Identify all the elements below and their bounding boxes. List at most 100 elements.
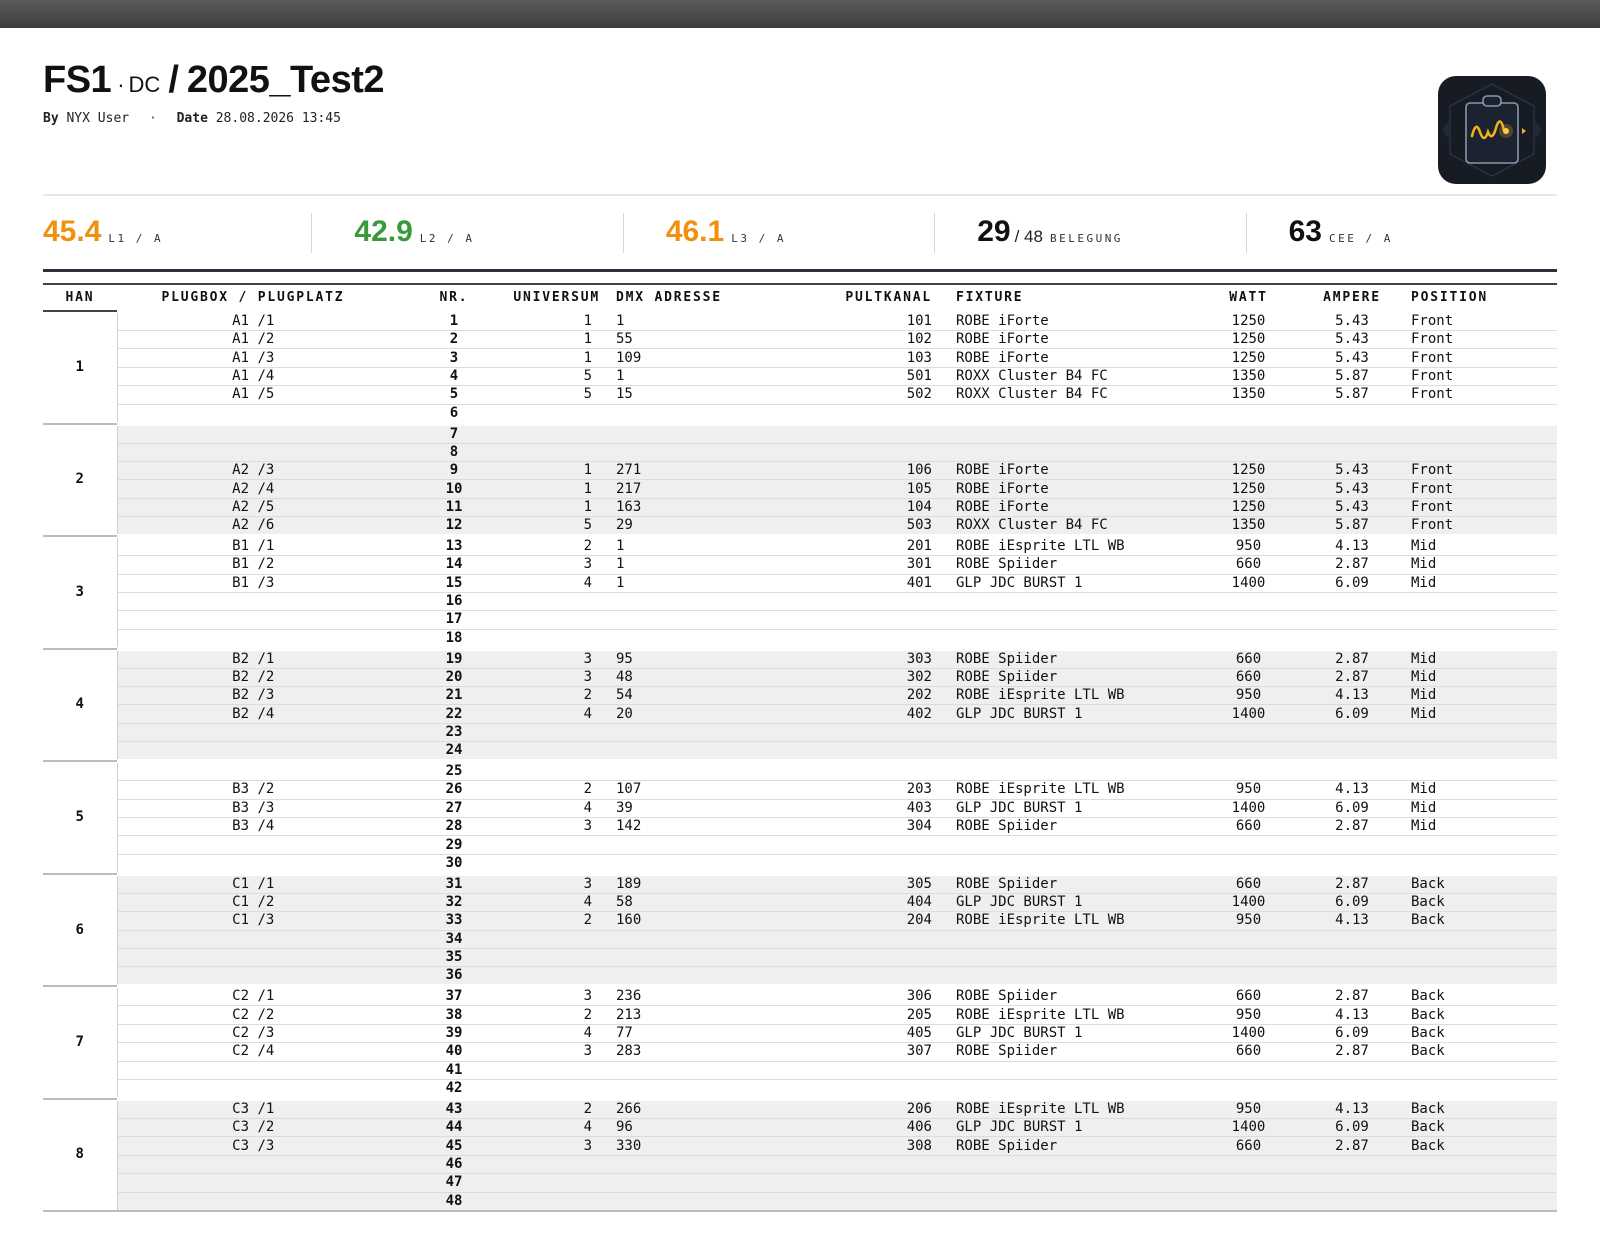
table-row[interactable]: 1 A1 /1 1 1 1 101 ROBE iForte 1250 5.43 Front xyxy=(43,309,1557,425)
cell-pultkanal: 302 xyxy=(796,668,954,688)
cell-pultkanal: 307 xyxy=(796,1042,954,1062)
table-row[interactable]: C1 /2 32 4 58 404 GLP JDC BURST 1 1400 6.09 Back xyxy=(43,893,1557,913)
cell-watt: 950 xyxy=(1190,1096,1307,1119)
table-row[interactable]: C3 /3 45 3 330 308 ROBE Spiider 660 2.87 Back xyxy=(43,1136,1557,1156)
table-row[interactable]: B3 /4 28 3 142 304 ROBE Spiider 660 2.87 Mid xyxy=(43,817,1557,837)
table-row[interactable]: A1 /2 2 1 55 102 ROBE iForte 1250 5.43 Front xyxy=(43,330,1557,350)
col-han[interactable]: HAN xyxy=(43,283,117,312)
table-row[interactable]: 8 C3 /1 43 2 266 206 ROBE iEsprite LTL WB 950 4.… xyxy=(43,1096,1557,1212)
col-nr[interactable]: NR. xyxy=(409,283,499,312)
table-header-row: HAN PLUGBOX / PLUGPLATZ NR. UNIVERSUM DM… xyxy=(43,283,1557,312)
cell-fixture: ROBE iEsprite LTL WB xyxy=(954,1096,1190,1119)
cell-fixture: ROXX Cluster B4 FC xyxy=(954,367,1190,387)
table-row[interactable]: 3 B1 /1 13 2 1 201 ROBE iEsprite LTL WB 950 4.13… xyxy=(43,534,1557,650)
table-row[interactable]: C2 /2 38 2 213 205 ROBE iEsprite LTL WB 950 4.1… xyxy=(43,1005,1557,1025)
table-row[interactable]: 6 xyxy=(43,404,1557,425)
table-row[interactable]: 5 25 xyxy=(43,759,1557,875)
table-row[interactable]: 24 xyxy=(43,741,1557,763)
cell-dmx xyxy=(606,759,796,782)
cell-position xyxy=(1397,759,1557,782)
cell-nr: 37 xyxy=(409,984,499,1007)
cell-position xyxy=(1397,854,1557,875)
cell-dmx xyxy=(606,948,796,968)
cell-fixture: ROBE Spiider xyxy=(954,1136,1190,1156)
cell-dmx xyxy=(606,1173,796,1193)
cell-watt: 660 xyxy=(1190,871,1307,894)
col-dmx[interactable]: DMX ADRESSE xyxy=(606,283,796,312)
cell-plugbox: B2 /2 xyxy=(117,668,409,688)
table-row[interactable]: B2 /3 21 2 54 202 ROBE iEsprite LTL WB 950 4.13… xyxy=(43,686,1557,706)
table-row[interactable]: A1 /5 5 5 15 502 ROXX Cluster B4 FC 1350 5.87 Fr… xyxy=(43,385,1557,405)
table-row[interactable]: 47 xyxy=(43,1173,1557,1193)
cell-watt: 1400 xyxy=(1190,1024,1307,1044)
table-row[interactable]: 23 xyxy=(43,723,1557,743)
table-row[interactable]: 4 B2 /1 19 3 95 303 ROBE Spiider 660 2.87 Mid xyxy=(43,646,1557,763)
table-row[interactable]: 35 xyxy=(43,948,1557,968)
table-row[interactable]: 8 xyxy=(43,443,1557,462)
col-position[interactable]: POSITION xyxy=(1397,283,1557,312)
cell-dmx: 20 xyxy=(606,704,796,724)
table-row[interactable]: B3 /2 26 2 107 203 ROBE iEsprite LTL WB 950 4.1… xyxy=(43,780,1557,800)
cell-nr: 11 xyxy=(409,498,499,518)
table-row[interactable]: 27 xyxy=(43,421,1557,538)
table-row[interactable]: A2 /5 11 1 163 104 ROBE iForte 1250 5.43 Front xyxy=(43,498,1557,518)
table-row[interactable]: A2 /6 12 5 29 503 ROXX Cluster B4 FC 1350 5.87 F… xyxy=(43,516,1557,538)
table-row[interactable]: 48 xyxy=(43,1192,1557,1212)
table-row[interactable]: C2 /3 39 4 77 405 GLP JDC BURST 1 1400 6.09 Back xyxy=(43,1024,1557,1044)
cell-nr: 19 xyxy=(409,646,499,669)
cell-ampere xyxy=(1307,1061,1397,1080)
table-row[interactable]: C2 /4 40 3 283 307 ROBE Spiider 660 2.87 Back xyxy=(43,1042,1557,1062)
cell-watt xyxy=(1190,1192,1307,1212)
table-row[interactable]: B3 /3 27 4 39 403 GLP JDC BURST 1 1400 6.09 Mid xyxy=(43,799,1557,819)
table-row[interactable]: 29 xyxy=(43,835,1557,855)
cell-pultkanal: 501 xyxy=(796,367,954,387)
cell-plugbox: C3 /3 xyxy=(117,1136,409,1156)
cell-watt xyxy=(1190,835,1307,855)
col-watt[interactable]: WATT xyxy=(1190,283,1307,312)
table-row[interactable]: A2 /3 9 1 271 106 ROBE iForte 1250 5.43 Front xyxy=(43,461,1557,481)
cell-watt xyxy=(1190,966,1307,988)
table-row[interactable]: 16 xyxy=(43,592,1557,612)
cell-pultkanal: 203 xyxy=(796,780,954,800)
table-row[interactable]: 46 xyxy=(43,1155,1557,1175)
col-ampere[interactable]: AMPERE xyxy=(1307,283,1397,312)
stat-unit: L3 / A xyxy=(731,232,786,245)
table-row[interactable]: C1 /3 33 2 160 204 ROBE iEsprite LTL WB 950 4.1… xyxy=(43,911,1557,931)
table-row[interactable]: B2 /2 20 3 48 302 ROBE Spiider 660 2.87 Mid xyxy=(43,668,1557,688)
col-plugbox[interactable]: PLUGBOX / PLUGPLATZ xyxy=(117,283,409,312)
cell-pultkanal: 404 xyxy=(796,893,954,913)
table-row[interactable]: A1 /4 4 5 1 501 ROXX Cluster B4 FC 1350 5.87 Fro… xyxy=(43,367,1557,387)
table-row[interactable]: 17 xyxy=(43,610,1557,630)
table-row[interactable]: A2 /4 10 1 217 105 ROBE iForte 1250 5.43 Front xyxy=(43,479,1557,499)
cell-ampere: 2.87 xyxy=(1307,1136,1397,1156)
table-row[interactable]: C3 /2 44 4 96 406 GLP JDC BURST 1 1400 6.09 Back xyxy=(43,1118,1557,1138)
table-row[interactable]: A1 /3 3 1 109 103 ROBE iForte 1250 5.43 Front xyxy=(43,348,1557,368)
col-universum[interactable]: UNIVERSUM xyxy=(499,283,606,312)
cell-nr: 28 xyxy=(409,817,499,837)
cell-fixture: ROBE Spiider xyxy=(954,668,1190,688)
table-row[interactable]: 18 xyxy=(43,629,1557,650)
cell-nr: 1 xyxy=(409,309,499,331)
cell-plugbox: C3 /2 xyxy=(117,1118,409,1138)
cell-ampere xyxy=(1307,835,1397,855)
cell-position: Back xyxy=(1397,1005,1557,1025)
cell-universum: 2 xyxy=(499,1005,606,1025)
cell-nr: 3 xyxy=(409,348,499,368)
table-row[interactable]: B1 /3 15 4 1 401 GLP JDC BURST 1 1400 6.09 Mid xyxy=(43,574,1557,593)
table-row[interactable]: 34 xyxy=(43,930,1557,949)
cell-pultkanal xyxy=(796,592,954,612)
table-row[interactable]: 30 xyxy=(43,854,1557,875)
cell-universum: 3 xyxy=(499,668,606,688)
table-row[interactable]: 6 C1 /1 31 3 189 305 ROBE Spiider 660 2.87 Back xyxy=(43,871,1557,988)
table-row[interactable]: 36 xyxy=(43,966,1557,988)
cell-position xyxy=(1397,404,1557,425)
table-row[interactable]: B1 /2 14 3 1 301 ROBE Spiider 660 2.87 Mid xyxy=(43,555,1557,575)
col-fixture[interactable]: FIXTURE xyxy=(954,283,1190,312)
col-pultkanal[interactable]: PULTKANAL xyxy=(796,283,954,312)
by-value: NYX User xyxy=(66,111,130,126)
table-row[interactable]: 41 xyxy=(43,1061,1557,1080)
cell-nr: 14 xyxy=(409,555,499,575)
table-row[interactable]: 7 C2 /1 37 3 236 306 ROBE Spiider 660 2.87 Back xyxy=(43,984,1557,1100)
table-row[interactable]: B2 /4 22 4 20 402 GLP JDC BURST 1 1400 6.09 Mid xyxy=(43,704,1557,724)
table-row[interactable]: 42 xyxy=(43,1079,1557,1100)
